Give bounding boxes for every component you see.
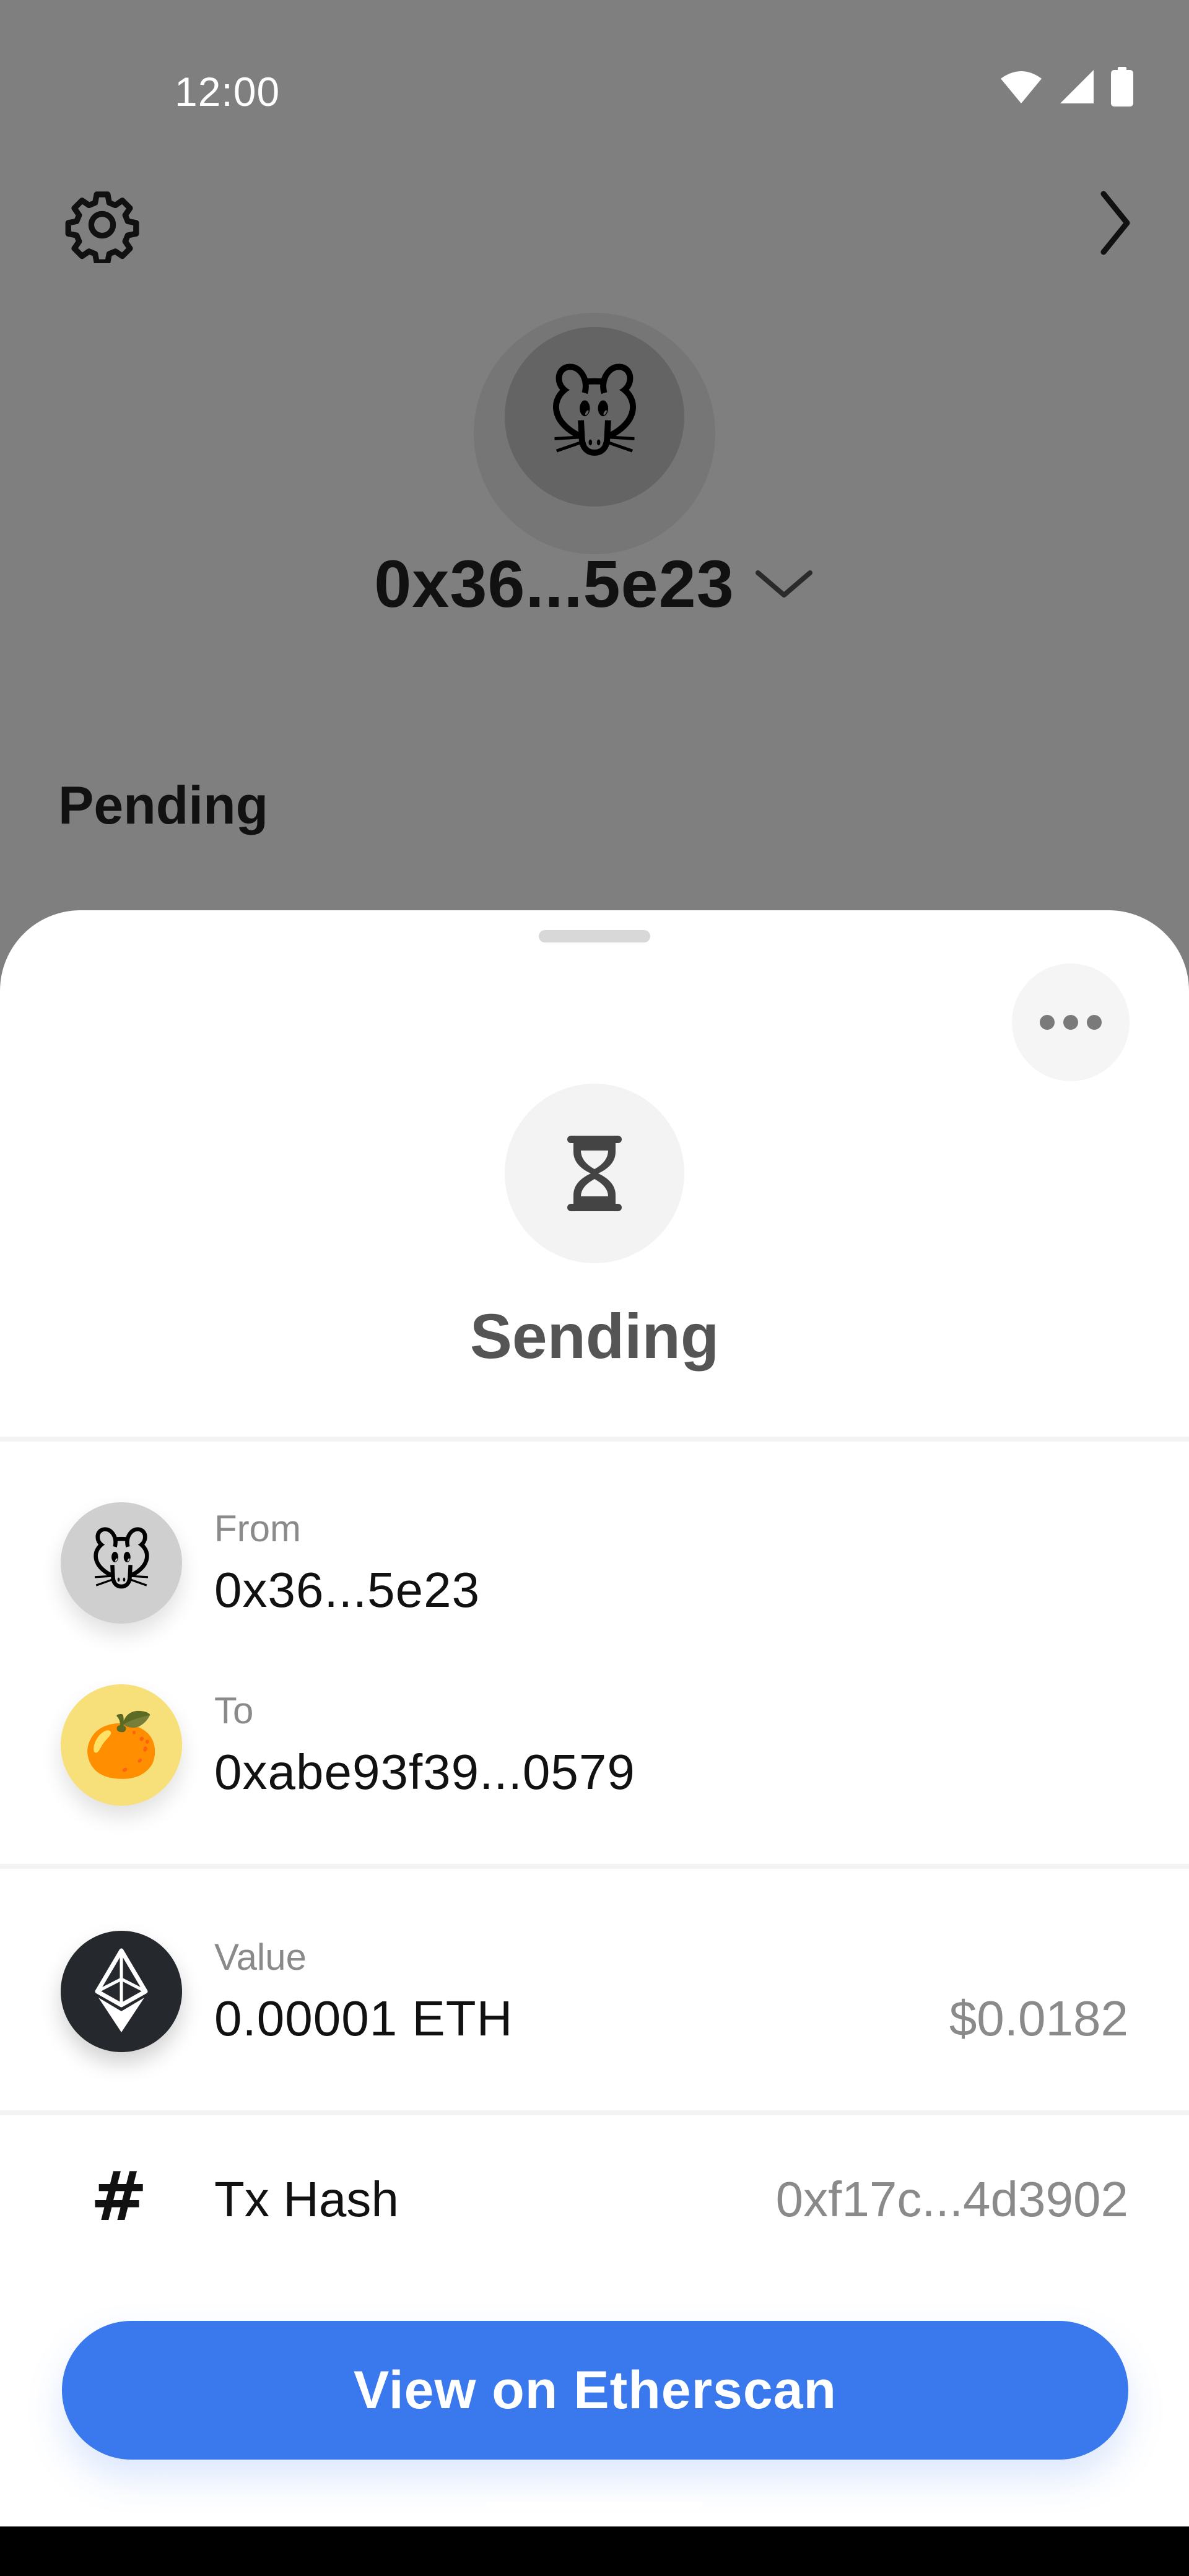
- value-fiat: $0.0182: [949, 1991, 1128, 2046]
- tx-hash-value: 0xf17c...4d3902: [775, 2172, 1128, 2227]
- status-time: 12:00: [175, 69, 281, 115]
- value-amount: 0.00001 ETH: [214, 1991, 513, 2046]
- to-address: 0xabe93f39...0579: [214, 1744, 635, 1799]
- from-address: 0x36...5e23: [214, 1562, 481, 1617]
- more-horizontal-icon: [1040, 1015, 1055, 1030]
- mouse-avatar-icon: 🐭: [89, 1528, 154, 1598]
- status-icons: [1000, 67, 1133, 107]
- value-row: Value 0.00001 ETH $0.0182: [61, 1931, 1128, 2055]
- system-nav-bar: [0, 2526, 1189, 2576]
- to-label: To: [214, 1690, 254, 1731]
- status-bar: 12:00: [0, 0, 1189, 136]
- view-on-etherscan-button[interactable]: View on Etherscan: [62, 2321, 1128, 2460]
- from-row[interactable]: 🐭 From 0x36...5e23: [61, 1502, 1128, 1626]
- battery-icon: [1111, 67, 1133, 107]
- from-avatar: 🐭: [61, 1502, 182, 1624]
- divider: [0, 2110, 1189, 2115]
- tx-hash-row[interactable]: # Tx Hash 0xf17c...4d3902: [61, 2162, 1128, 2237]
- ethereum-icon: [61, 1931, 182, 2052]
- view-on-etherscan-label: View on Etherscan: [353, 2360, 837, 2420]
- modal-backdrop[interactable]: [0, 0, 1189, 991]
- hourglass-icon: [567, 1136, 622, 1211]
- app-root: 🐭 0x36...5e23 Pending 12:00: [0, 0, 1189, 2576]
- divider: [0, 1437, 1189, 1442]
- hash-icon: #: [90, 2157, 148, 2236]
- from-label: From: [214, 1508, 301, 1549]
- status-title: Sending: [469, 1301, 720, 1372]
- wifi-icon: [1001, 71, 1042, 103]
- drag-handle[interactable]: [539, 930, 650, 942]
- tangerine-avatar-icon: 🍊: [82, 1710, 160, 1780]
- value-label: Value: [214, 1936, 307, 1978]
- home-gesture-handle[interactable]: [486, 2502, 703, 2509]
- cell-signal-icon: [1060, 70, 1094, 103]
- status-indicator: [505, 1084, 684, 1263]
- divider: [0, 1864, 1189, 1869]
- tx-hash-label: Tx Hash: [214, 2172, 399, 2227]
- to-row[interactable]: 🍊 To 0xabe93f39...0579: [61, 1684, 1128, 1808]
- transaction-sheet: Sending 🐭 From 0x36...5e23 🍊 To 0xabe93f…: [0, 910, 1189, 2526]
- to-avatar: 🍊: [61, 1684, 182, 1806]
- more-options-button[interactable]: [1012, 964, 1130, 1081]
